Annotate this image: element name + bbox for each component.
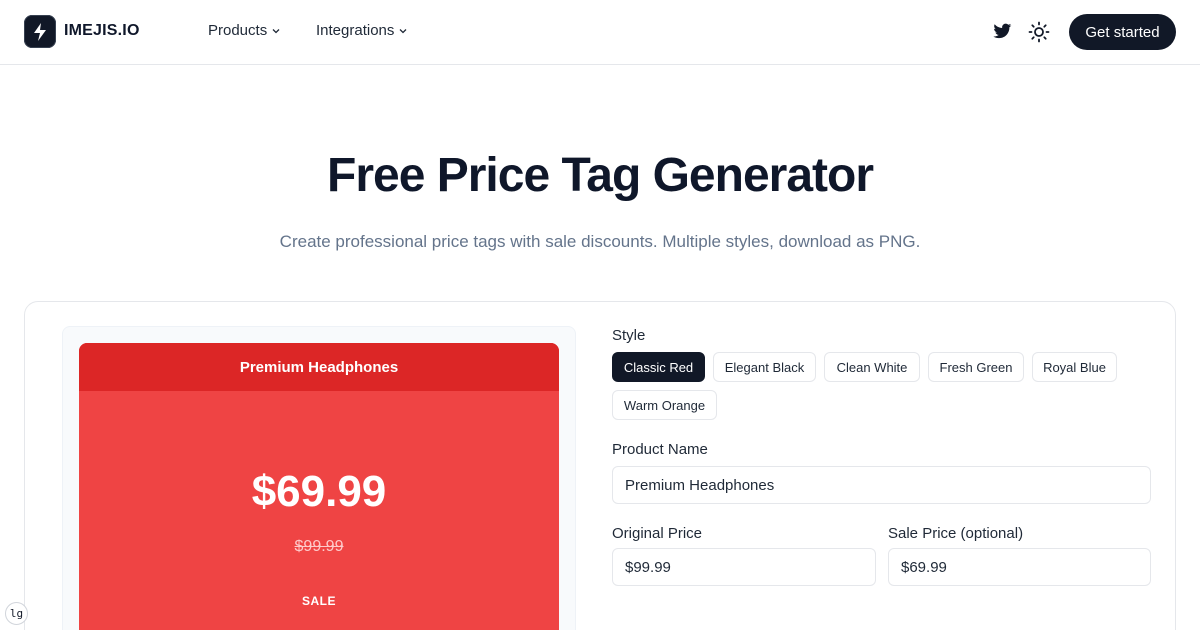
nav-products-label: Products [208,22,268,39]
style-classic-red-button[interactable]: Classic Red [612,352,705,382]
original-price-input[interactable] [612,548,876,586]
sale-price-label: Sale Price (optional) [888,525,1024,542]
style-fresh-green-button[interactable]: Fresh Green [928,352,1024,382]
logo-text[interactable]: IMEJIS.IO [64,22,140,40]
nav-integrations-label: Integrations [316,22,395,39]
logo-icon[interactable] [24,15,56,48]
style-royal-blue-button[interactable]: Royal Blue [1032,352,1117,382]
price-tag-sale-price: $69.99 [251,467,387,516]
breakpoint-badge: lg [5,602,28,625]
sun-icon[interactable] [1028,21,1050,43]
price-tag-original-price: $99.99 [294,538,344,555]
product-name-label: Product Name [612,441,708,458]
get-started-button[interactable]: Get started [1069,14,1176,50]
chevron-down-icon [272,28,280,33]
style-warm-orange-button[interactable]: Warm Orange [612,390,717,420]
chevron-down-icon [399,28,407,33]
page-subtitle: Create professional price tags with sale… [279,232,921,251]
original-price-label: Original Price [612,525,703,542]
site-header: IMEJIS.IO Products Integrations Get star… [0,0,1200,65]
price-tag-header: Premium Headphones [79,343,559,391]
page-title: Free Price Tag Generator [327,149,874,202]
style-label: Style [612,327,646,344]
style-clean-white-button[interactable]: Clean White [824,352,920,382]
nav-products[interactable]: Products [208,22,281,39]
price-tag-preview: Premium Headphones $69.99 $99.99 SALE [79,343,559,630]
style-elegant-black-button[interactable]: Elegant Black [713,352,816,382]
sale-price-input[interactable] [888,548,1151,586]
twitter-icon[interactable] [993,23,1012,40]
nav-integrations[interactable]: Integrations [316,22,408,39]
price-tag-sale-badge: SALE [301,594,336,608]
product-name-input[interactable] [612,466,1151,504]
lightning-bolt-icon [34,22,46,41]
